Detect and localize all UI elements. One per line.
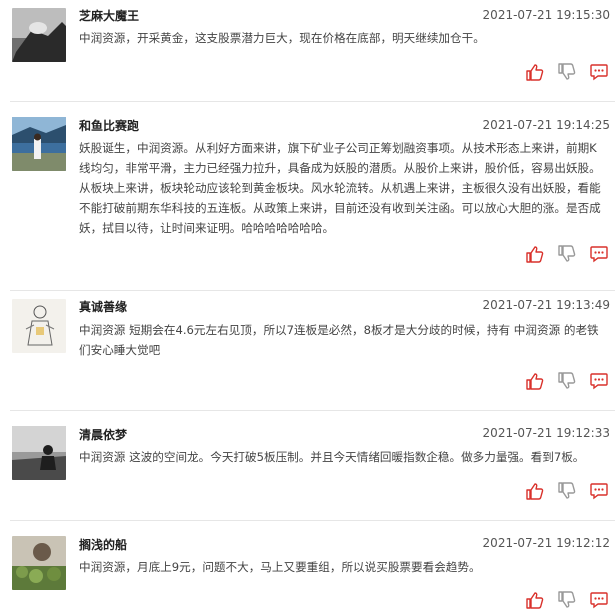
post-actions xyxy=(511,590,609,610)
post-timestamp: 2021-07-21 19:14:25 xyxy=(482,118,610,132)
comment-icon xyxy=(590,483,608,500)
user-avatar[interactable] xyxy=(12,117,66,171)
stock-link[interactable]: 东华科技 xyxy=(149,201,195,215)
post-content: 中润资源 这波的空间龙。今天打破5板压制。并且今天情绪回暖指数企稳。做多力量强。… xyxy=(79,447,606,467)
thumbs-up-icon xyxy=(526,483,544,500)
post-divider xyxy=(10,101,615,102)
post-content: 妖股诞生，中润资源。从利好方面来讲，旗下矿业子公司正筹划融资事项。从技术形态上来… xyxy=(79,138,606,238)
thumbs-down-icon xyxy=(558,63,576,80)
comment-button[interactable] xyxy=(589,590,609,610)
stock-link[interactable]: 中润资源 xyxy=(137,141,183,155)
thumbs-down-icon xyxy=(558,372,576,389)
post-timestamp: 2021-07-21 19:12:12 xyxy=(482,536,610,550)
post-text: ，开采黄金，这支股票潜力巨大，现在价格在底部，明天继续加仓干。 xyxy=(125,31,485,45)
user-avatar[interactable] xyxy=(12,536,66,590)
comment-button[interactable] xyxy=(589,481,609,501)
dislike-button[interactable] xyxy=(557,244,577,264)
stock-link[interactable]: 中润资源 xyxy=(79,323,125,337)
post-text: 短期会在4.6元左右见顶，所以7连板是必然，8板才是大分歧的时候，持有 xyxy=(129,323,511,337)
user-avatar[interactable] xyxy=(12,426,66,480)
comment-button[interactable] xyxy=(589,371,609,391)
like-button[interactable] xyxy=(525,62,545,82)
thumbs-up-icon xyxy=(526,373,544,390)
thumbs-up-icon xyxy=(526,64,544,81)
post-timestamp: 2021-07-21 19:12:33 xyxy=(482,426,610,440)
thumbs-up-icon xyxy=(526,246,544,263)
post-actions xyxy=(511,244,609,264)
comment-icon xyxy=(590,592,608,609)
post-2: 和鱼比赛跑 2021-07-21 19:14:25 妖股诞生，中润资源。从利好方… xyxy=(0,110,615,290)
post-actions xyxy=(511,481,609,501)
post-text: 这波的空间龙。今天打破5板压制。并且今天情绪回暖指数企稳。做多力量强。看到7板。 xyxy=(129,450,585,464)
thumbs-up-icon xyxy=(526,592,544,609)
username[interactable]: 清晨依梦 xyxy=(79,426,127,443)
thumbs-down-icon xyxy=(558,245,576,262)
user-avatar[interactable] xyxy=(12,299,66,353)
username[interactable]: 芝麻大魔王 xyxy=(79,7,139,24)
post-1: 芝麻大魔王 2021-07-21 19:15:30 中润资源，开采黄金，这支股票… xyxy=(0,0,615,101)
post-timestamp: 2021-07-21 19:13:49 xyxy=(482,298,610,312)
stock-link[interactable]: 中润资源 xyxy=(79,31,125,45)
post-4: 清晨依梦 2021-07-21 19:12:33 中润资源 这波的空间龙。今天打… xyxy=(0,410,615,520)
post-text: 妖股诞生， xyxy=(79,141,137,155)
like-button[interactable] xyxy=(525,371,545,391)
dislike-button[interactable] xyxy=(557,371,577,391)
user-avatar[interactable] xyxy=(12,8,66,62)
post-content: 中润资源，月底上9元，问题不大，马上又要重组，所以说买股票要看会趋势。 xyxy=(79,557,606,577)
post-3: 真诚善缘 2021-07-21 19:13:49 中润资源 短期会在4.6元左右… xyxy=(0,290,615,410)
like-button[interactable] xyxy=(525,481,545,501)
post-actions xyxy=(511,62,609,82)
comment-button[interactable] xyxy=(589,62,609,82)
like-button[interactable] xyxy=(525,244,545,264)
comment-icon xyxy=(590,373,608,390)
username[interactable]: 搁浅的船 xyxy=(79,536,127,553)
comment-button[interactable] xyxy=(589,244,609,264)
comment-icon xyxy=(590,246,608,263)
username[interactable]: 真诚善缘 xyxy=(79,298,127,315)
comment-icon xyxy=(590,64,608,81)
dislike-button[interactable] xyxy=(557,590,577,610)
stock-link[interactable]: 中润资源 xyxy=(514,323,560,337)
post-5: 搁浅的船 2021-07-21 19:12:12 中润资源，月底上9元，问题不大… xyxy=(0,520,615,609)
post-content: 中润资源 短期会在4.6元左右见顶，所以7连板是必然，8板才是大分歧的时候，持有… xyxy=(79,320,606,360)
like-button[interactable] xyxy=(525,590,545,610)
post-content: 中润资源，开采黄金，这支股票潜力巨大，现在价格在底部，明天继续加仓干。 xyxy=(79,28,606,48)
post-actions xyxy=(511,371,609,391)
post-timestamp: 2021-07-21 19:15:30 xyxy=(482,8,610,22)
thumbs-down-icon xyxy=(558,591,576,608)
dislike-button[interactable] xyxy=(557,481,577,501)
post-text: ，月底上9元，问题不大，马上又要重组，所以说买股票要看会趋势。 xyxy=(125,560,481,574)
dislike-button[interactable] xyxy=(557,62,577,82)
thumbs-down-icon xyxy=(558,482,576,499)
stock-link[interactable]: 中润资源 xyxy=(79,560,125,574)
username[interactable]: 和鱼比赛跑 xyxy=(79,117,139,134)
stock-link[interactable]: 中润资源 xyxy=(79,450,125,464)
